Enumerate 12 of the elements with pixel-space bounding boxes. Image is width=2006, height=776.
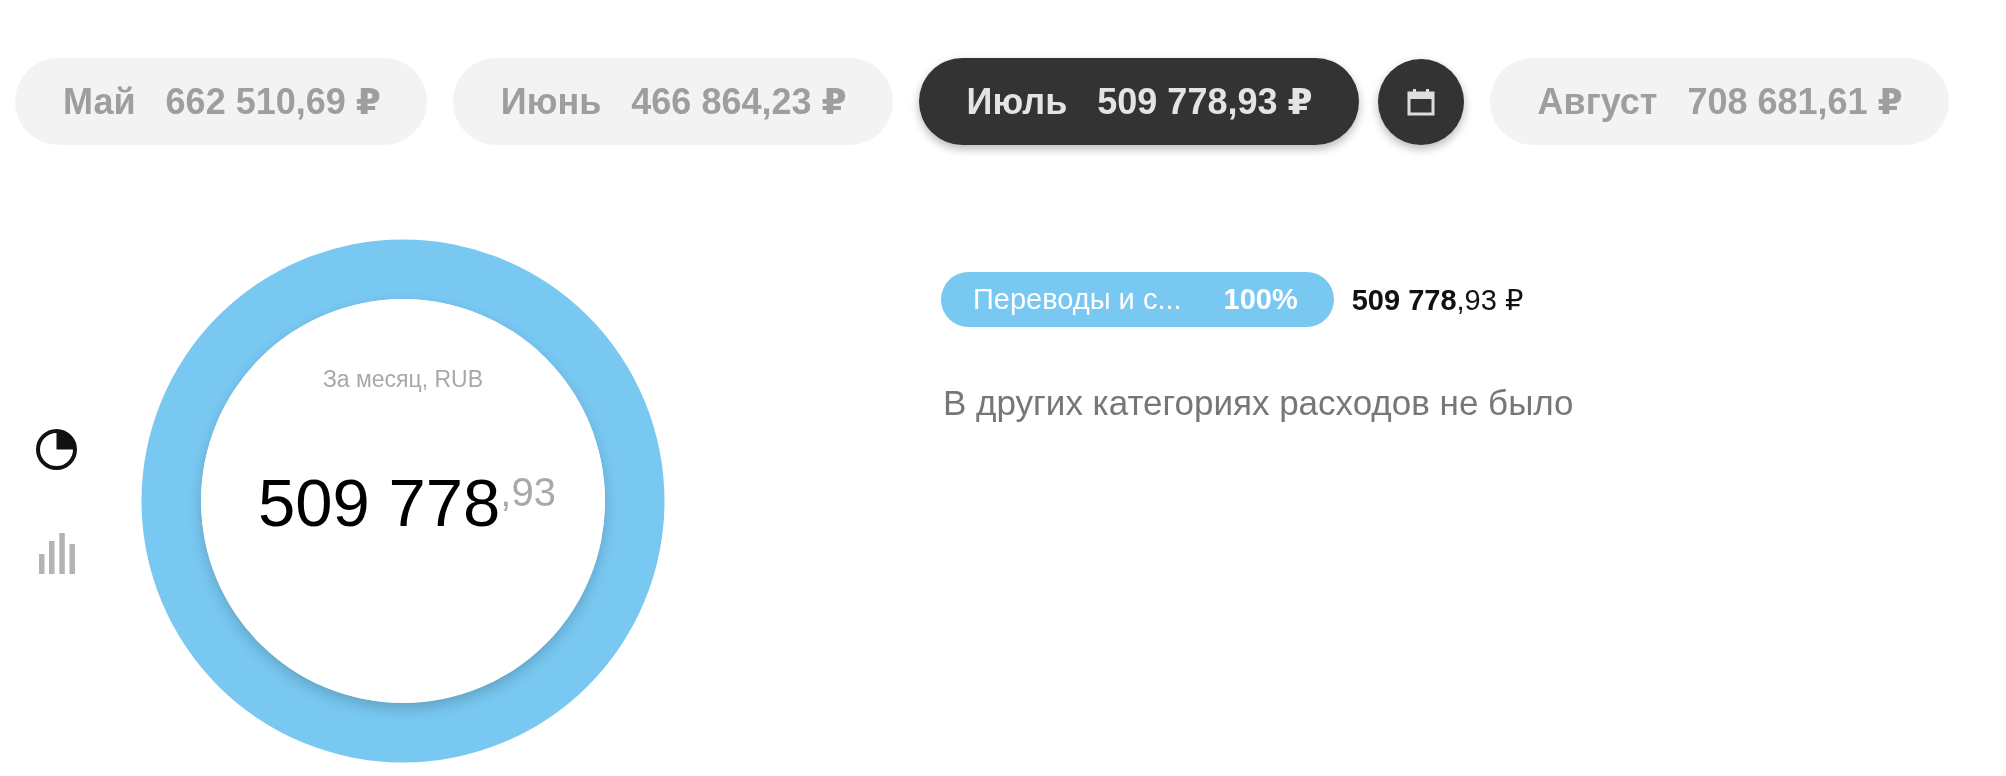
donut-total-amount: 509 778$^{,93}$ [257,469,556,537]
month-tab[interactable]: Июнь 466 864,23 ₽ [452,58,893,145]
category-pill[interactable]: Переводы и с... 100% [941,272,1334,327]
calendar-icon [1406,87,1435,116]
month-tab[interactable]: Июль 509 778,93 ₽ [918,58,1359,145]
month-tab[interactable]: Август 708 681,61 ₽ [1489,58,1949,145]
category-amount: 509 778,93 ₽ [1351,282,1524,317]
empty-categories-note: В других категориях расходов не было [943,383,1574,423]
pie-chart-icon[interactable] [36,428,77,470]
month-tab[interactable]: Май 662 510,69 ₽ [15,58,427,145]
calendar-button[interactable] [1377,58,1464,145]
donut-caption: За месяц, RUB [322,365,484,394]
